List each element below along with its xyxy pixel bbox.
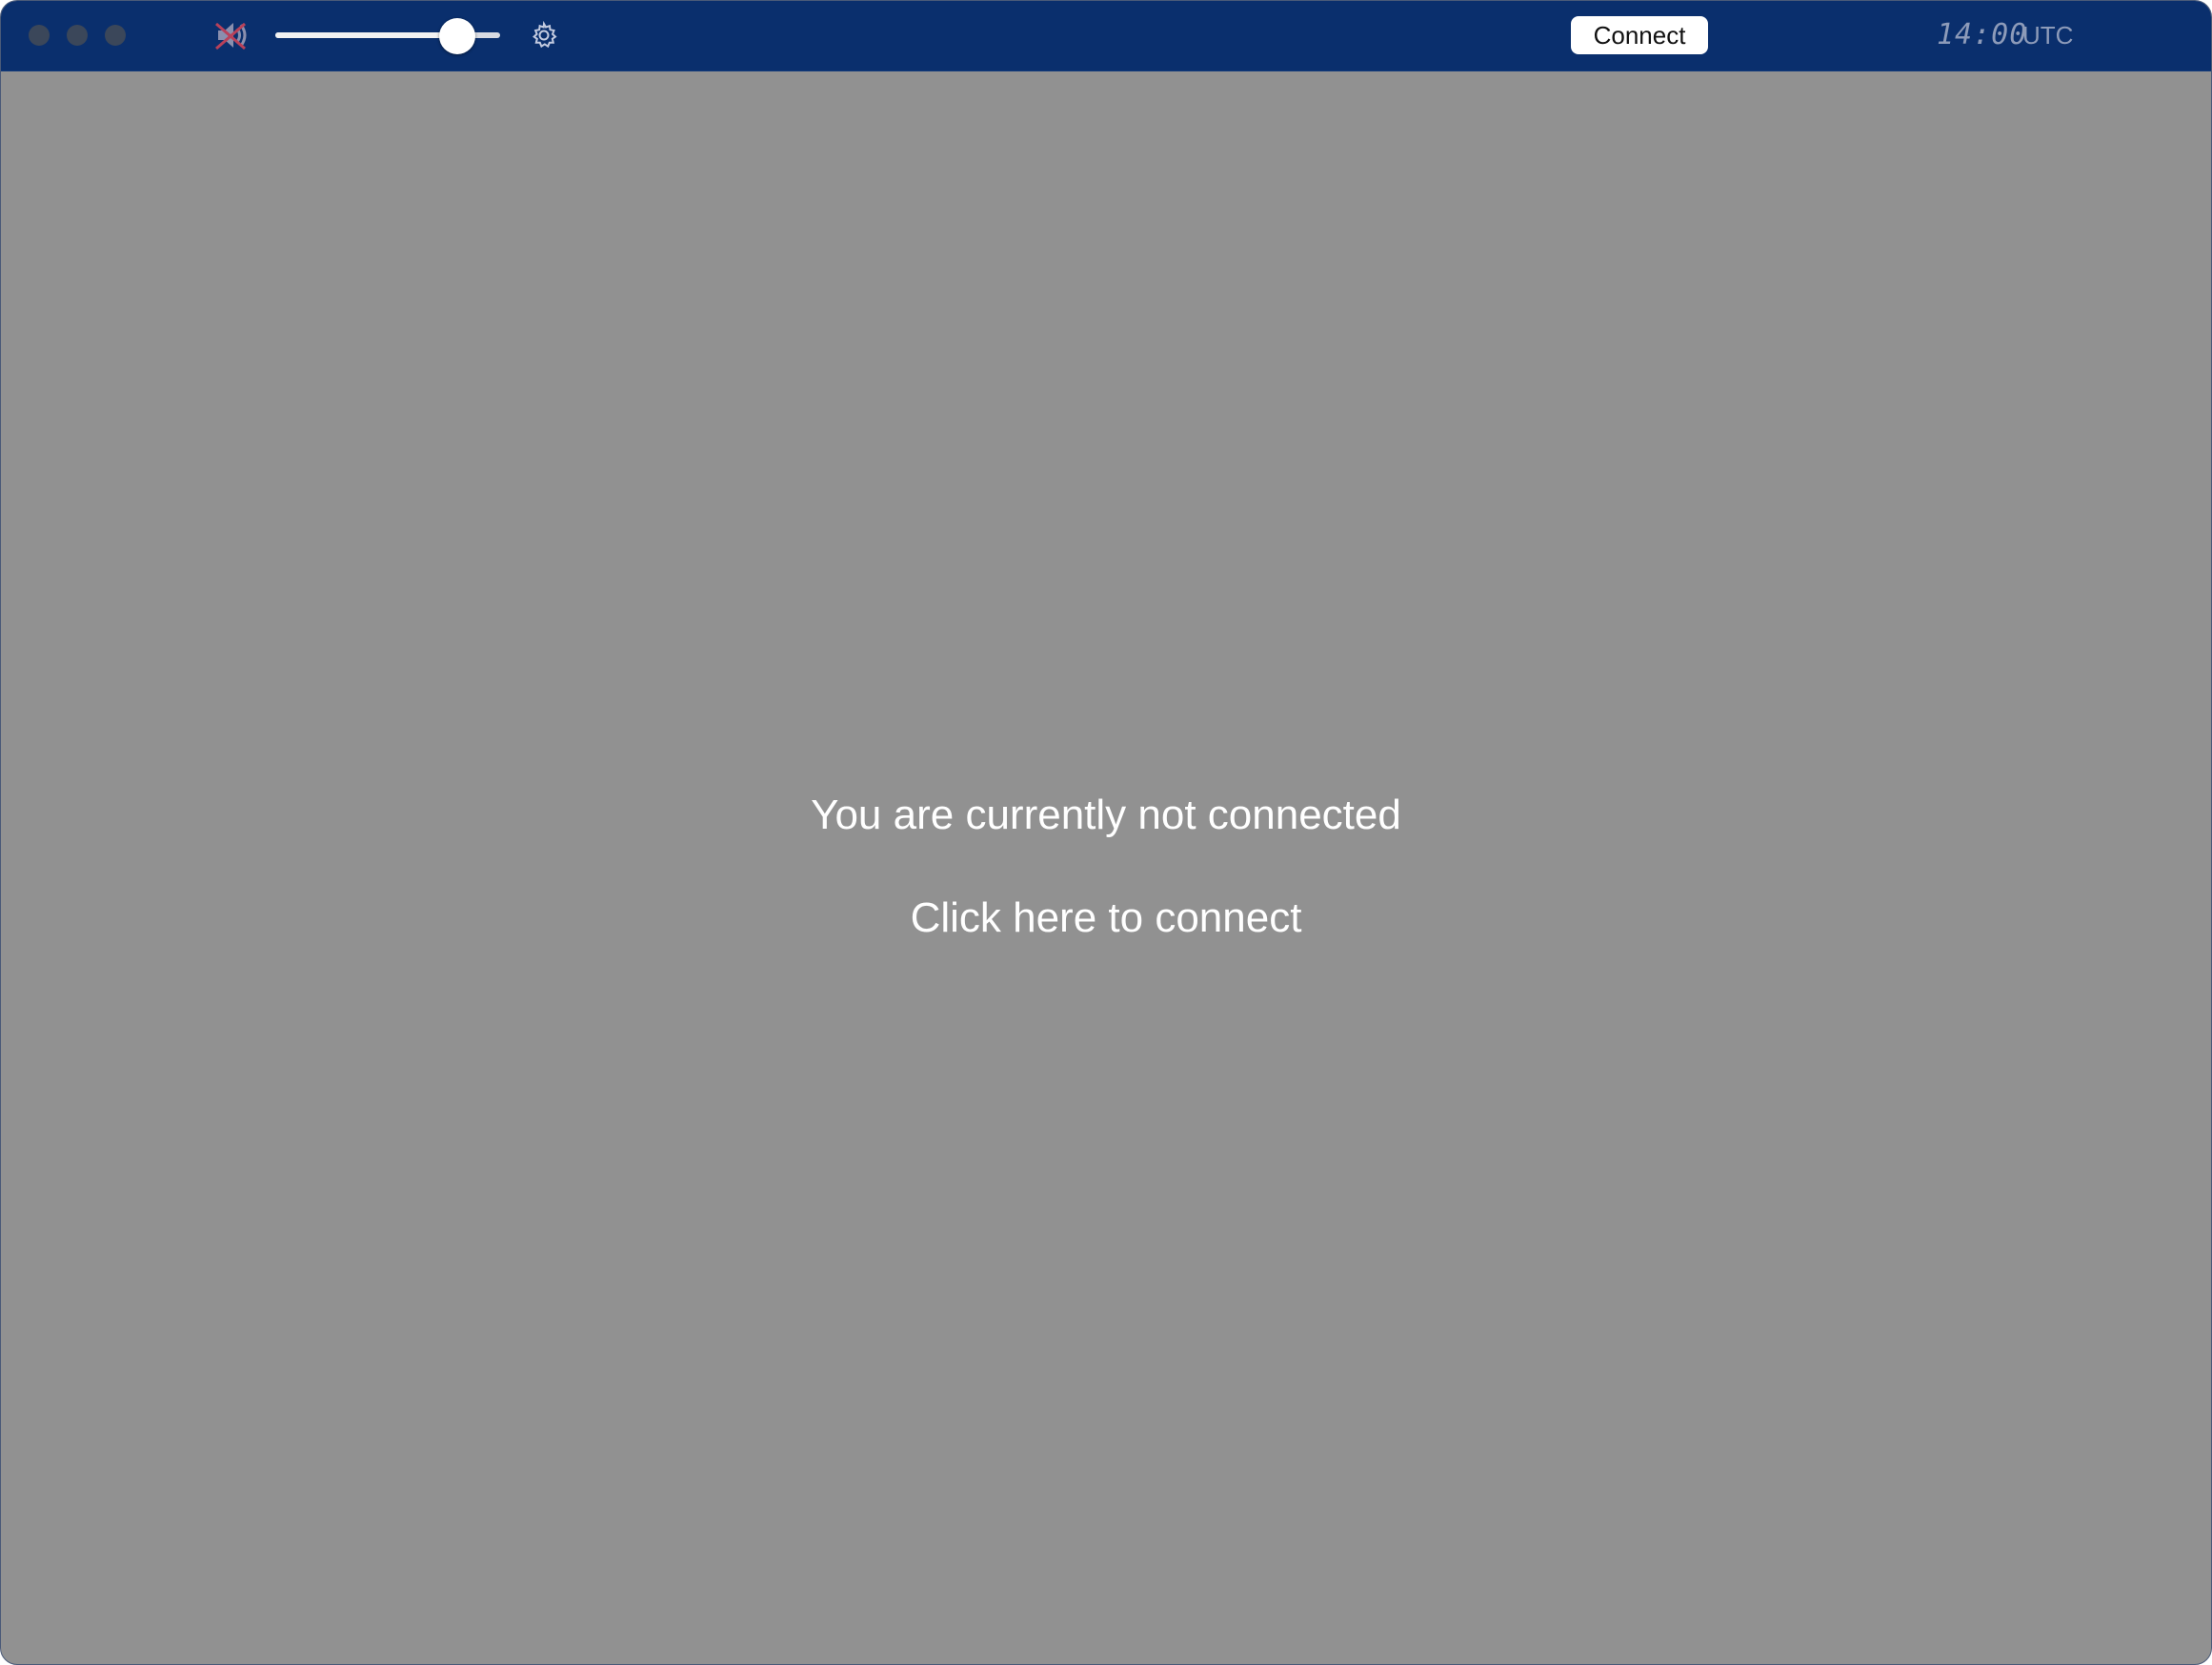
- volume-slider[interactable]: [275, 18, 500, 54]
- app-window: Connect 14:00 UTC You are currently not …: [0, 0, 2212, 1665]
- timezone-label: UTC: [2022, 21, 2074, 50]
- click-to-connect-link[interactable]: Click here to connect: [1, 894, 2211, 942]
- clock-display: 14:00: [1937, 18, 2028, 51]
- speaker-muted-icon[interactable]: [212, 18, 251, 52]
- titlebar: Connect 14:00 UTC: [1, 1, 2211, 71]
- maximize-window-button[interactable]: [105, 25, 126, 46]
- volume-slider-thumb[interactable]: [439, 18, 476, 54]
- minimize-window-button[interactable]: [67, 25, 88, 46]
- gear-icon[interactable]: [530, 20, 558, 50]
- main-content: You are currently not connected Click he…: [1, 71, 2211, 1664]
- close-window-button[interactable]: [29, 25, 50, 46]
- connect-button[interactable]: Connect: [1571, 16, 1708, 54]
- volume-slider-fill: [275, 32, 458, 38]
- connection-status-text: You are currently not connected: [811, 792, 1401, 838]
